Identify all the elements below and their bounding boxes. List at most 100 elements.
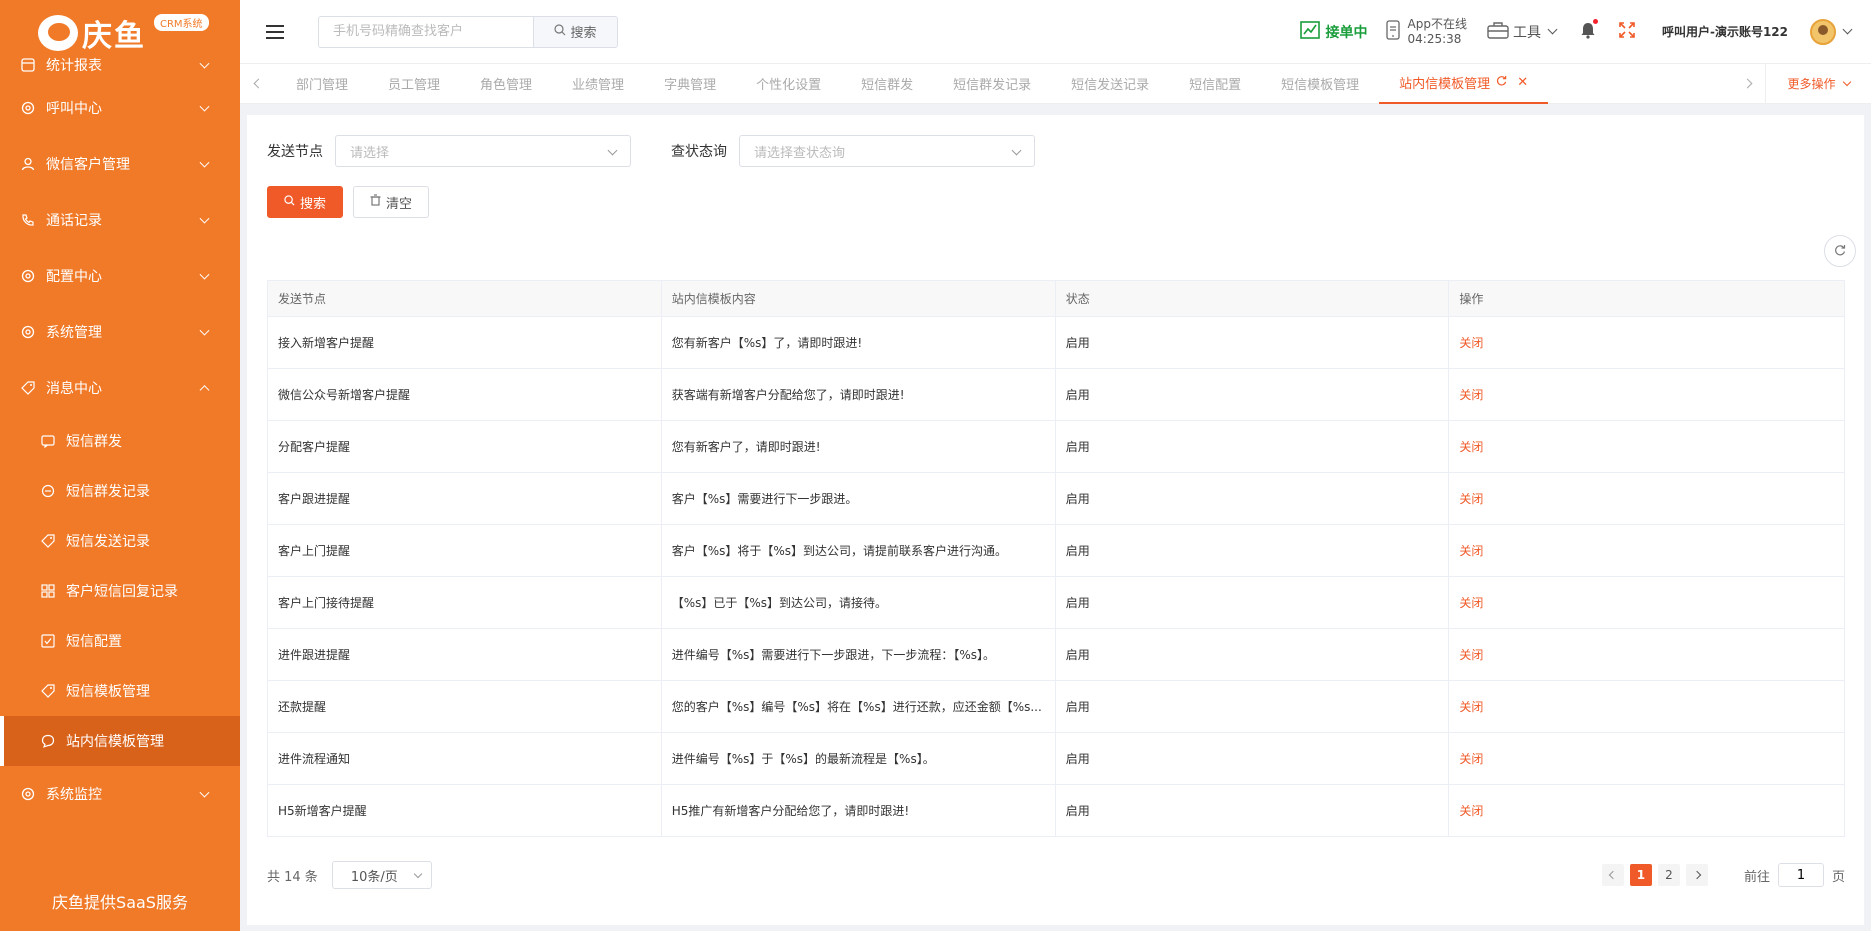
sidebar-item-message-center[interactable]: 消息中心 <box>0 360 240 416</box>
tab-inbox-template[interactable]: 站内信模板管理 ✕ <box>1379 64 1549 104</box>
prev-page-button[interactable] <box>1601 864 1624 886</box>
sidebar-item-inbox-template-management[interactable]: 站内信模板管理 <box>0 716 240 766</box>
tab-sms-template[interactable]: 短信模板管理 <box>1261 64 1379 104</box>
sidebar-menu: 统计报表 呼叫中心 微信客户管理 通话记录 配置中心 系统管理 消息中心 <box>0 50 240 416</box>
disable-link[interactable]: 关闭 <box>1448 628 1845 681</box>
disable-link[interactable]: 关闭 <box>1448 576 1845 629</box>
chevron-down-icon <box>199 787 210 798</box>
refresh-icon[interactable] <box>1496 75 1507 90</box>
fish-logo-icon <box>38 15 78 51</box>
search-button[interactable]: 搜索 <box>267 186 344 218</box>
tab-department[interactable]: 部门管理 <box>276 64 368 104</box>
table-refresh-button[interactable] <box>1824 235 1856 267</box>
tab-role[interactable]: 角色管理 <box>460 64 552 104</box>
disable-link[interactable]: 关闭 <box>1448 316 1845 369</box>
disable-link[interactable]: 关闭 <box>1448 732 1845 785</box>
user-avatar[interactable] <box>1810 18 1836 45</box>
cell-template-content: 进件编号【%s】需要进行下一步跟进，下一步流程：【%s】。 <box>660 628 1056 681</box>
disable-link[interactable]: 关闭 <box>1448 680 1845 733</box>
customer-search: 搜索 <box>318 15 618 48</box>
send-node-placeholder: 请选择 <box>350 145 390 161</box>
header-search-button[interactable]: 搜索 <box>533 15 618 48</box>
tab-sms-send-records[interactable]: 短信发送记录 <box>1051 64 1169 104</box>
search-button-label: 搜索 <box>300 196 327 212</box>
template-table: 发送节点 站内信模板内容 状态 操作 接入新增客户提醒 您有新客户【%s】了，请… <box>267 280 1845 837</box>
chart-icon <box>20 57 36 73</box>
cell-send-node: 微信公众号新增客户提醒 <box>267 368 662 421</box>
disable-link[interactable]: 关闭 <box>1448 472 1845 525</box>
tab-sms-config[interactable]: 短信配置 <box>1169 64 1261 104</box>
username: 呼叫用户-演示账号122 <box>1661 25 1788 39</box>
chevron-down-icon <box>1011 145 1022 156</box>
table-row: 分配客户提醒 您有新客户了，请即时跟进! 启用 关闭 <box>267 420 1845 473</box>
header-search-label: 搜索 <box>570 26 597 41</box>
sidebar-item-config-center[interactable]: 配置中心 <box>0 248 240 304</box>
phone-search-input[interactable] <box>318 15 533 48</box>
chevron-down-icon[interactable] <box>1842 24 1853 35</box>
notification-bell[interactable] <box>1580 19 1598 42</box>
disable-link[interactable]: 关闭 <box>1448 784 1845 837</box>
sidebar-item-sms-broadcast[interactable]: 短信群发 <box>0 416 240 466</box>
action-bar: 搜索 清空 <box>267 186 430 218</box>
sidebar-item-call-center[interactable]: 呼叫中心 <box>0 80 240 136</box>
close-icon[interactable]: ✕ <box>1517 75 1528 90</box>
tab-dictionary[interactable]: 字典管理 <box>644 64 736 104</box>
app-status-time: 04:25:38 <box>1407 31 1462 46</box>
sidebar-item-customer-sms-replies[interactable]: 客户短信回复记录 <box>0 566 240 616</box>
cell-status: 启用 <box>1054 680 1450 733</box>
sidebar-item-label: 微信客户管理 <box>46 157 130 173</box>
cell-status: 启用 <box>1054 420 1450 473</box>
sidebar-item-call-records[interactable]: 通话记录 <box>0 192 240 248</box>
table-row: H5新增客户提醒 H5推广有新增客户分配给您了，请即时跟进! 启用 关闭 <box>267 784 1845 837</box>
disable-link[interactable]: 关闭 <box>1448 524 1845 577</box>
tab-personalization[interactable]: 个性化设置 <box>736 64 841 104</box>
sidebar-item-sms-broadcast-records[interactable]: 短信群发记录 <box>0 466 240 516</box>
sidebar-item-wechat-customers[interactable]: 微信客户管理 <box>0 136 240 192</box>
sidebar-item-label: 呼叫中心 <box>46 101 102 117</box>
agent-status[interactable]: 接单中 <box>1299 20 1368 43</box>
hamburger-menu-icon[interactable] <box>266 24 284 39</box>
goto-page-input[interactable] <box>1777 863 1824 887</box>
tab-sms-broadcast-records[interactable]: 短信群发记录 <box>933 64 1051 104</box>
fullscreen-toggle[interactable] <box>1618 21 1636 42</box>
tab-active-label: 站内信模板管理 <box>1399 77 1491 92</box>
status-filter-select[interactable]: 请选择查状态询 <box>739 135 1035 167</box>
tools-dropdown[interactable]: 工具 <box>1487 21 1558 43</box>
tab-performance[interactable]: 业绩管理 <box>552 64 644 104</box>
gear-icon <box>20 786 36 802</box>
column-header: 操作 <box>1448 280 1845 317</box>
disable-link[interactable]: 关闭 <box>1448 420 1845 473</box>
cell-send-node: 进件流程通知 <box>267 732 662 785</box>
page-button-1[interactable]: 1 <box>1629 864 1652 886</box>
sidebar-item-stats[interactable]: 统计报表 <box>0 50 240 80</box>
table-row: 微信公众号新增客户提醒 获客端有新增客户分配给您了，请即时跟进! 启用 关闭 <box>267 368 1845 421</box>
cell-template-content: 您有新客户【%s】了，请即时跟进! <box>660 316 1056 369</box>
cell-template-content: 进件编号【%s】于【%s】的最新流程是【%s】。 <box>660 732 1056 785</box>
chevron-down-icon <box>413 869 423 879</box>
cell-status: 启用 <box>1054 628 1450 681</box>
sidebar-item-sms-send-records[interactable]: 短信发送记录 <box>0 516 240 566</box>
sidebar-item-label: 短信发送记录 <box>66 534 150 550</box>
sidebar-item-sms-template-management[interactable]: 短信模板管理 <box>0 666 240 716</box>
mobile-icon <box>1385 19 1400 44</box>
tag-icon <box>40 533 56 549</box>
sidebar-item-label: 短信群发 <box>66 434 122 450</box>
sidebar-item-sms-config[interactable]: 短信配置 <box>0 616 240 666</box>
sidebar-item-label: 配置中心 <box>46 269 102 285</box>
tab-employee[interactable]: 员工管理 <box>368 64 460 104</box>
sidebar-item-system-management[interactable]: 系统管理 <box>0 304 240 360</box>
tab-scroll-right[interactable] <box>1729 64 1765 104</box>
more-operations-dropdown[interactable]: 更多操作 <box>1765 63 1871 104</box>
tab-sms-broadcast[interactable]: 短信群发 <box>841 64 933 104</box>
send-node-select[interactable]: 请选择 <box>335 135 631 167</box>
page-size-select[interactable]: 10条/页 <box>331 861 432 889</box>
page-button-2[interactable]: 2 <box>1657 864 1680 886</box>
chevron-down-icon <box>1547 24 1558 35</box>
tab-scroll-left[interactable] <box>240 64 276 104</box>
next-page-button[interactable] <box>1685 864 1708 886</box>
tag-icon <box>20 380 36 396</box>
clear-button[interactable]: 清空 <box>353 186 430 218</box>
chevron-down-icon <box>199 325 210 336</box>
sidebar-item-system-monitor[interactable]: 系统监控 <box>0 766 240 822</box>
disable-link[interactable]: 关闭 <box>1448 368 1845 421</box>
